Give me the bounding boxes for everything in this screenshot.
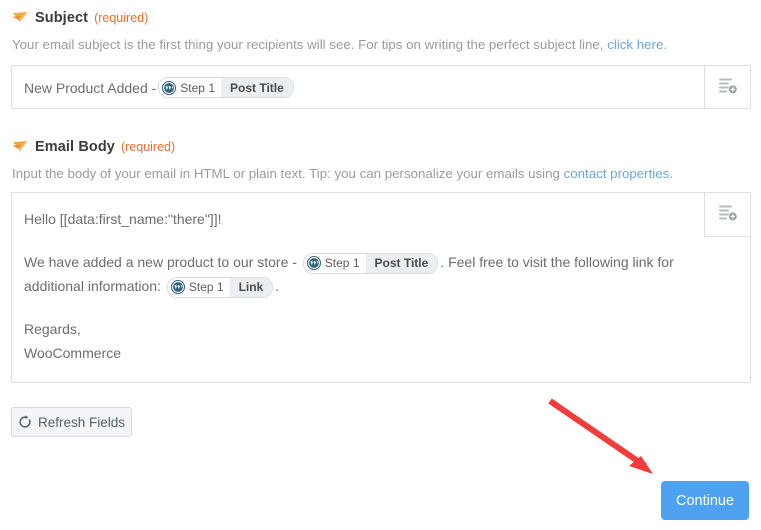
email-body-required-tag: (required) [120, 140, 176, 154]
email-body-insert-field-button[interactable] [704, 192, 751, 237]
merge-token-source: Step 1 [159, 78, 221, 97]
email-body-line-2-before: We have added a new product to our store… [24, 254, 301, 270]
email-body-line-1: Hello [[data:first_name:"there"]]! [24, 211, 222, 227]
email-body-content[interactable]: Hello [[data:first_name:"there"]]! We ha… [24, 207, 692, 365]
merge-token-post-title[interactable]: Step 1 Post Title [158, 77, 294, 98]
wordpress-icon [170, 280, 185, 295]
email-body-signature: Regards, WooCommerce [24, 317, 692, 365]
merge-token-post-title[interactable]: Step 1 Post Title [302, 252, 439, 274]
subject-heading: Subject (required) [12, 9, 148, 27]
red-arrow-annotation [535, 390, 670, 485]
email-body-line-2-after: . [275, 278, 280, 294]
subject-description: Your email subject is the first thing yo… [12, 37, 667, 52]
merge-token-source: Step 1 [167, 277, 230, 297]
merge-token-step: Step 1 [180, 80, 215, 95]
insert-field-icon [718, 204, 738, 225]
email-body-heading: Email Body (required) [12, 138, 175, 156]
email-body-line-4: WooCommerce [24, 345, 121, 361]
insert-field-icon [718, 77, 738, 98]
subject-input-value[interactable]: New Product Added - Step 1 Post Title [24, 77, 296, 98]
merge-token-step: Step 1 [188, 280, 224, 295]
email-body-greeting: Hello [[data:first_name:"there"]]! [24, 207, 692, 231]
subject-required-tag: (required) [94, 11, 149, 25]
email-body-description-period: . [669, 166, 674, 181]
merge-token-field: Post Title [221, 78, 293, 97]
subject-help-link[interactable]: click here [607, 37, 663, 52]
email-body-title: Email Body [35, 139, 115, 155]
subject-input-box[interactable]: New Product Added - Step 1 Post Title [11, 65, 751, 109]
merge-token-source: Step 1 [303, 253, 366, 273]
refresh-fields-label: Refresh Fields [37, 414, 126, 430]
email-body-input-box[interactable]: Hello [[data:first_name:"there"]]! We ha… [11, 192, 751, 383]
contact-properties-link[interactable]: contact properties [564, 166, 670, 181]
subject-value-text: New Product Added - [24, 79, 157, 96]
subject-title: Subject [35, 10, 89, 26]
subject-description-period: . [663, 37, 668, 52]
paper-plane-icon [12, 11, 28, 25]
merge-token-field: Post Title [365, 253, 438, 273]
merge-token-step: Step 1 [324, 256, 360, 271]
email-step-form: Subject (required) Your email subject is… [0, 0, 761, 530]
continue-button[interactable]: Continue [661, 481, 749, 520]
subject-description-text: Your email subject is the first thing yo… [12, 37, 608, 52]
merge-token-link[interactable]: Step 1 Link [166, 276, 274, 298]
wordpress-icon [306, 256, 321, 271]
paper-plane-icon [12, 140, 28, 154]
subject-insert-field-button[interactable] [704, 65, 751, 109]
email-body-line-3: Regards, [24, 321, 81, 337]
email-body-description: Input the body of your email in HTML or … [12, 166, 673, 181]
refresh-icon [18, 415, 32, 429]
merge-token-field: Link [229, 277, 273, 297]
continue-button-label: Continue [675, 492, 735, 509]
wordpress-icon [162, 80, 177, 95]
refresh-fields-button[interactable]: Refresh Fields [11, 407, 132, 437]
email-body-description-text: Input the body of your email in HTML or … [12, 166, 564, 181]
email-body-paragraph: We have added a new product to our store… [24, 250, 692, 298]
